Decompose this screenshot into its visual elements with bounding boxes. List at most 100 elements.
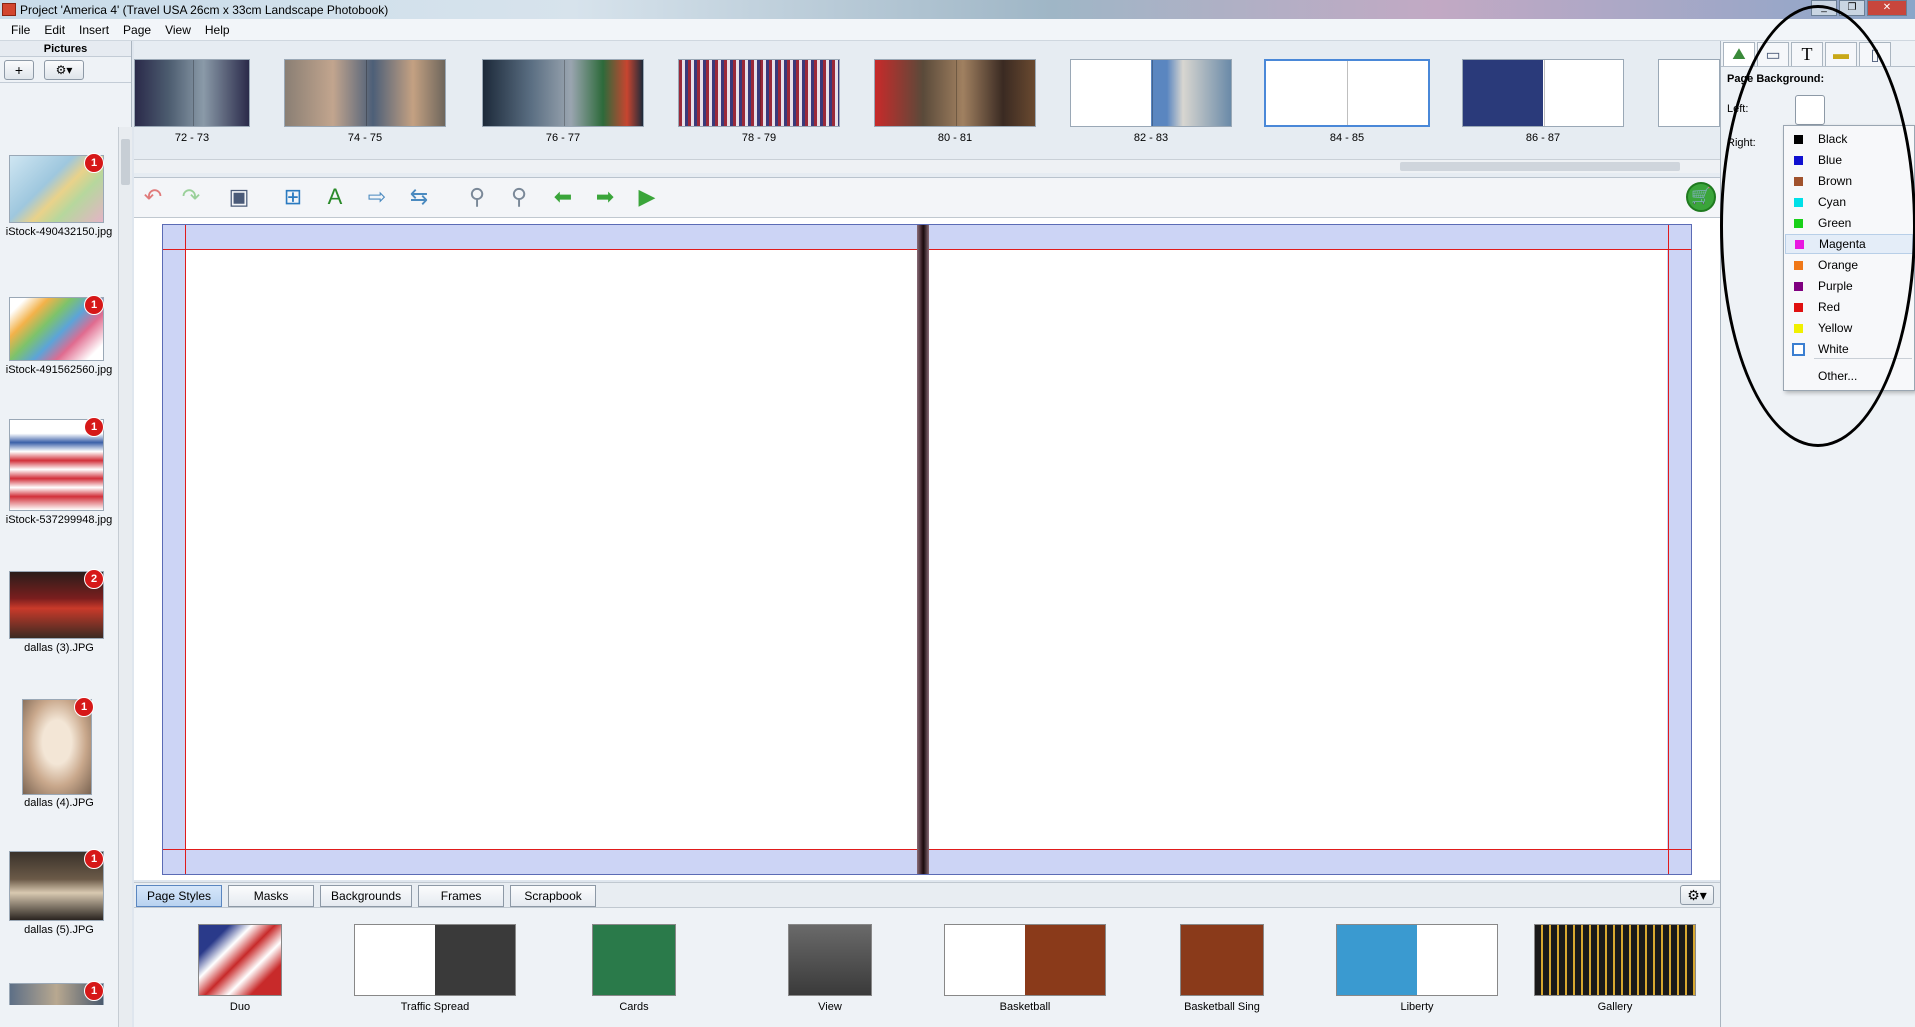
spread-label: 78 - 79 <box>741 132 777 144</box>
maximize-button[interactable]: ❐ <box>1839 0 1865 16</box>
color-option-black[interactable]: Black <box>1785 129 1913 149</box>
cart-icon[interactable]: 🛒 <box>1686 182 1716 212</box>
spread-thumbnail[interactable] <box>1070 59 1232 127</box>
color-dropdown-menu: Black Blue Brown Cyan Green Magenta Oran… <box>1783 125 1915 391</box>
add-picture-icon[interactable]: ⊞ <box>278 183 308 211</box>
template-label: Duo <box>229 1001 251 1013</box>
window-title: Project 'America 4' (Travel USA 26cm x 3… <box>20 3 389 17</box>
bleed-guide <box>185 225 186 874</box>
spine <box>917 225 929 874</box>
template-thumbnail[interactable] <box>1534 924 1696 996</box>
pictures-scrollbar[interactable] <box>118 127 132 1027</box>
gear-icon[interactable]: ⚙▾ <box>1680 885 1714 905</box>
page-properties-icon[interactable]: ⛰ <box>1723 42 1755 66</box>
previous-page-icon[interactable]: ⬅ <box>548 183 578 211</box>
color-option-blue[interactable]: Blue <box>1785 150 1913 170</box>
scrollbar-thumb[interactable] <box>121 139 130 185</box>
color-swatch <box>1794 176 1803 186</box>
menu-file[interactable]: File <box>4 23 37 37</box>
color-label: Magenta <box>1819 237 1866 251</box>
replace-page-icon[interactable]: ⇆ <box>404 183 434 211</box>
spread-thumbnail[interactable] <box>482 59 644 127</box>
next-page-icon[interactable]: ➡ <box>590 183 620 211</box>
template-label: Traffic Spread <box>400 1001 470 1013</box>
color-option-red[interactable]: Red <box>1785 297 1913 317</box>
color-option-purple[interactable]: Purple <box>1785 276 1913 296</box>
tab-backgrounds[interactable]: Backgrounds <box>320 885 413 907</box>
spread-thumbnail[interactable] <box>678 59 840 127</box>
tab-page-styles[interactable]: Page Styles <box>136 885 223 907</box>
spread-label: 76 - 77 <box>545 132 581 144</box>
picture-list[interactable]: 1 iStock-490432150.jpg 1 iStock-49156256… <box>0 85 118 1005</box>
color-option-green[interactable]: Green <box>1785 213 1913 233</box>
close-button[interactable]: ✕ <box>1867 0 1907 16</box>
spread-thumbnail[interactable] <box>134 59 250 127</box>
menu-view[interactable]: View <box>158 23 198 37</box>
template-thumbnail[interactable] <box>944 924 1106 996</box>
menu-page[interactable]: Page <box>116 23 158 37</box>
template-label: Liberty <box>1400 1001 1434 1013</box>
color-option-cyan[interactable]: Cyan <box>1785 192 1913 212</box>
template-thumbnail[interactable] <box>1180 924 1264 996</box>
page-canvas[interactable] <box>134 218 1720 880</box>
template-thumbnail[interactable] <box>592 924 676 996</box>
tab-scrapbook[interactable]: Scrapbook <box>510 885 597 907</box>
spread-thumbnail[interactable] <box>874 59 1036 127</box>
zoom-out-icon[interactable]: ⚲ <box>462 183 492 211</box>
pictures-settings-button[interactable]: ⚙▾ <box>44 59 84 80</box>
redo-icon[interactable]: ↷ <box>176 183 206 211</box>
color-label: Green <box>1818 216 1852 230</box>
save-icon[interactable]: ▣ <box>224 183 254 211</box>
right-page[interactable] <box>929 249 1667 850</box>
color-option-other[interactable]: Other... <box>1785 366 1913 386</box>
color-label: Yellow <box>1818 321 1853 335</box>
template-thumbnail[interactable] <box>788 924 872 996</box>
color-label: Purple <box>1818 279 1853 293</box>
scrollbar-thumb[interactable] <box>1400 162 1680 171</box>
pictures-header: Pictures <box>0 41 131 57</box>
template-thumbnail[interactable] <box>198 924 282 996</box>
menu-edit[interactable]: Edit <box>37 23 72 37</box>
picture-name: iStock-537299948.jpg <box>5 514 113 526</box>
left-page[interactable] <box>185 249 917 850</box>
add-picture-button[interactable]: + <box>4 59 34 80</box>
spread-thumbnail[interactable] <box>1462 59 1624 127</box>
page-icon[interactable]: ▯ <box>1859 42 1891 66</box>
usage-badge: 1 <box>84 981 104 1001</box>
color-option-magenta[interactable]: Magenta <box>1785 234 1913 254</box>
usage-badge: 1 <box>74 697 94 717</box>
add-text-icon[interactable]: A <box>320 183 350 211</box>
template-thumbnail[interactable] <box>354 924 516 996</box>
text-properties-icon[interactable]: T <box>1791 42 1823 66</box>
picture-name: iStock-490432150.jpg <box>5 226 113 238</box>
color-option-orange[interactable]: Orange <box>1785 255 1913 275</box>
color-option-white[interactable]: White <box>1785 339 1913 359</box>
bleed-guide <box>1668 225 1669 874</box>
usage-badge: 1 <box>84 153 104 173</box>
picture-properties-icon[interactable]: ▭ <box>1757 42 1789 66</box>
spread-thumbnail[interactable] <box>1658 59 1720 127</box>
minimize-button[interactable]: _ <box>1811 0 1837 16</box>
left-color-swatch[interactable] <box>1795 95 1825 125</box>
color-swatch <box>1794 302 1803 312</box>
menu-insert[interactable]: Insert <box>72 23 116 37</box>
tab-frames[interactable]: Frames <box>418 885 505 907</box>
insert-page-icon[interactable]: ⇨ <box>362 183 392 211</box>
zoom-in-icon[interactable]: ⚲ <box>504 183 534 211</box>
color-label: Orange <box>1818 258 1859 272</box>
spread-thumbnail-selected[interactable] <box>1264 59 1430 127</box>
template-label: Gallery <box>1597 1001 1633 1013</box>
template-thumbnail[interactable] <box>1336 924 1498 996</box>
menu-help[interactable]: Help <box>198 23 237 37</box>
color-option-brown[interactable]: Brown <box>1785 171 1913 191</box>
color-swatch <box>1794 281 1803 291</box>
page-strip-scrollbar[interactable] <box>134 159 1720 173</box>
spread-thumbnail[interactable] <box>284 59 446 127</box>
color-option-yellow[interactable]: Yellow <box>1785 318 1913 338</box>
tab-masks[interactable]: Masks <box>228 885 315 907</box>
play-icon[interactable]: ▶ <box>632 183 662 211</box>
template-label: Basketball <box>999 1001 1051 1013</box>
spread-page[interactable] <box>162 224 1692 875</box>
undo-icon[interactable]: ↶ <box>138 183 168 211</box>
ruler-icon[interactable]: ▬ <box>1825 42 1857 66</box>
